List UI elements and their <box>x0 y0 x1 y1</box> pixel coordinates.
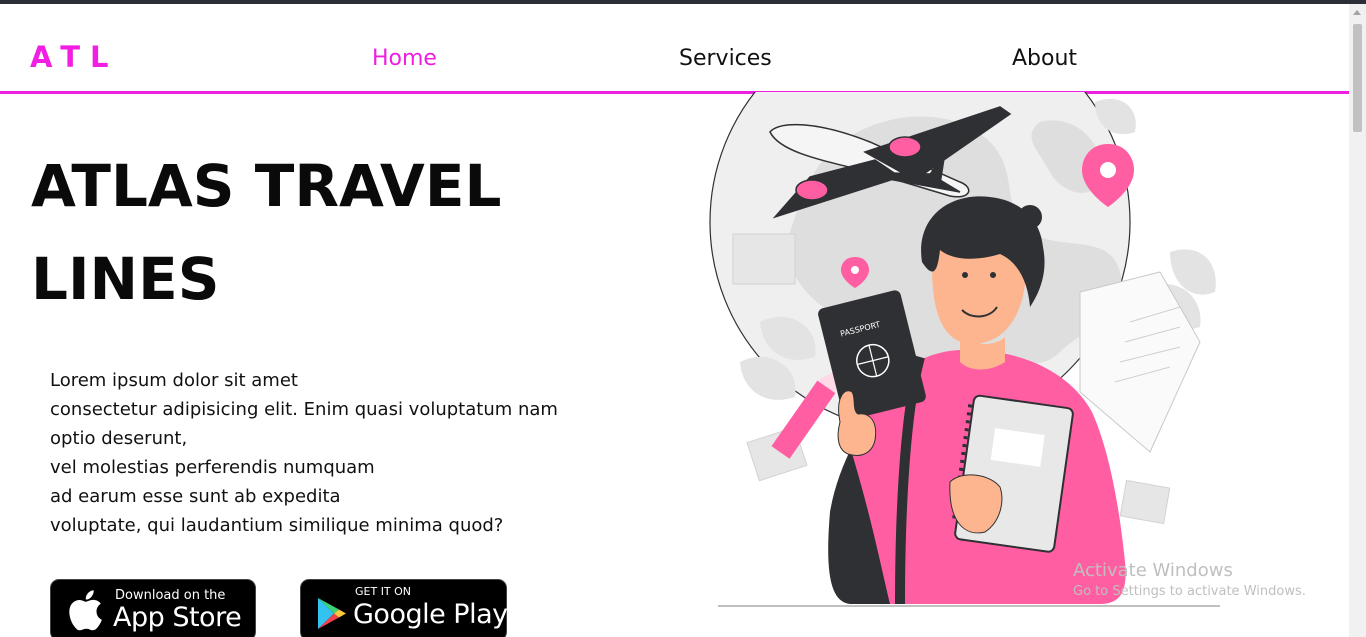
description-line: ad earum esse sunt ab expedita <box>50 486 341 507</box>
hero-title-line: ATLAS TRAVEL <box>31 152 502 220</box>
google-play-button[interactable]: GET IT ON Google Play <box>300 579 508 637</box>
nav-link-about[interactable]: About <box>1012 46 1077 71</box>
navbar: ATL Home Services About <box>0 4 1349 94</box>
app-store-button[interactable]: Download on the App Store <box>50 579 256 637</box>
watermark-title: Activate Windows <box>1073 560 1233 581</box>
nav-link-services[interactable]: Services <box>679 46 772 71</box>
google-play-small-label: GET IT ON <box>355 585 412 598</box>
watermark-subtitle: Go to Settings to activate Windows. <box>1073 584 1306 599</box>
app-store-small-label: Download on the <box>115 588 226 603</box>
windows-activation-watermark: Activate Windows Go to Settings to activ… <box>1073 560 1306 599</box>
hero-title-line: LINES <box>31 245 220 313</box>
description-line: consectetur adipisicing elit. Enim quasi… <box>50 399 558 420</box>
description-line: optio deserunt, <box>50 428 188 449</box>
hero-description: Lorem ipsum dolor sit amet consectetur a… <box>50 366 558 540</box>
google-play-icon <box>318 598 346 629</box>
vertical-scrollbar[interactable] <box>1349 4 1366 637</box>
description-line: Lorem ipsum dolor sit amet <box>50 370 298 391</box>
app-store-big-label: App Store <box>113 602 242 633</box>
traveler-illustration: PASSPORT <box>709 92 1220 607</box>
hero-title: ATLAS TRAVEL LINES <box>31 140 501 326</box>
google-play-big-label: Google Play <box>353 599 508 630</box>
scrollbar-thumb[interactable] <box>1353 24 1362 132</box>
apple-icon <box>69 590 102 631</box>
nav-link-home[interactable]: Home <box>372 46 437 71</box>
description-line: voluptate, qui laudantium similique mini… <box>50 515 504 536</box>
site-logo[interactable]: ATL <box>30 40 118 74</box>
scroll-up-arrow-icon[interactable] <box>1353 10 1361 15</box>
description-line: vel molestias perferendis numquam <box>50 457 375 478</box>
